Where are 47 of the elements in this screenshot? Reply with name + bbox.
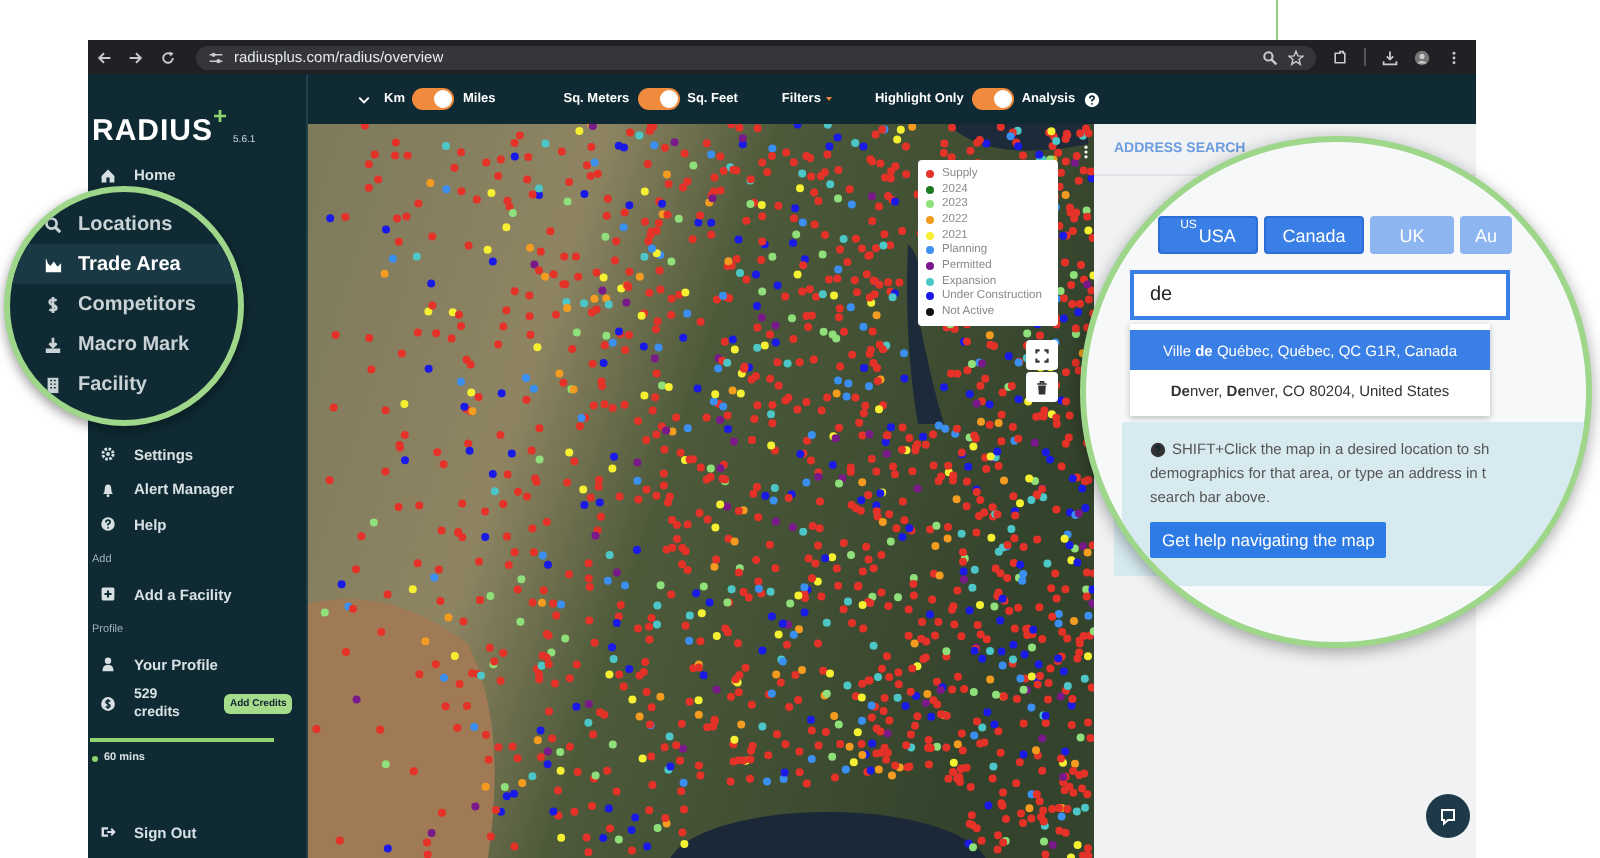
zoom-icon[interactable] <box>1262 49 1278 65</box>
menu-item[interactable]: Macro Mark <box>10 324 238 364</box>
sliders-icon <box>208 49 224 65</box>
settings-icon <box>100 446 116 463</box>
coin-icon <box>100 696 116 712</box>
satellite-map[interactable] <box>308 124 1094 858</box>
chat-icon <box>1438 806 1458 826</box>
star-icon[interactable] <box>1288 49 1304 65</box>
menu-item[interactable]: Facility <box>10 364 238 404</box>
trash-icon <box>1034 379 1050 395</box>
menu-item[interactable]: Trade Area <box>10 244 238 284</box>
logo-mark: + <box>213 104 228 128</box>
toggle-switch[interactable] <box>412 88 455 110</box>
dollar-icon <box>44 295 62 313</box>
status-dot <box>92 755 98 761</box>
help-icon[interactable] <box>1083 91 1100 107</box>
app-logo: RADIUS <box>92 116 214 146</box>
delete-button[interactable] <box>1026 372 1058 402</box>
forward-icon[interactable] <box>128 49 144 65</box>
menu-item[interactable]: Locations <box>10 204 238 244</box>
sign-out-icon <box>100 824 116 841</box>
caret-icon <box>824 94 835 104</box>
help-icon <box>1150 442 1166 458</box>
reload-icon[interactable] <box>160 49 176 65</box>
caret-icon[interactable] <box>356 91 372 107</box>
back-icon[interactable] <box>96 49 112 65</box>
building-icon <box>44 375 62 393</box>
plus-square-icon <box>100 586 116 603</box>
toggle-switch[interactable] <box>971 88 1014 110</box>
area-chart-icon <box>44 255 62 273</box>
extension-icon[interactable] <box>1332 49 1348 65</box>
download-icon[interactable] <box>1382 49 1398 65</box>
menu-item[interactable]: Competitors <box>10 284 238 324</box>
draw-shape-button[interactable] <box>1026 340 1058 370</box>
download-icon <box>44 335 62 353</box>
toggle-switch[interactable] <box>637 88 680 110</box>
help-icon <box>100 516 116 533</box>
search-icon <box>44 215 62 233</box>
help-button[interactable]: Get help navigating the map <box>1150 522 1387 558</box>
home-icon <box>100 167 116 184</box>
country-tab[interactable]: Canada <box>1264 216 1364 254</box>
bell-icon <box>100 481 116 498</box>
leader-line <box>1276 0 1278 40</box>
expand-icon <box>1034 347 1050 363</box>
avatar-icon[interactable] <box>1414 49 1430 65</box>
search-field[interactable]: de <box>1130 270 1510 320</box>
person-icon <box>100 656 116 673</box>
